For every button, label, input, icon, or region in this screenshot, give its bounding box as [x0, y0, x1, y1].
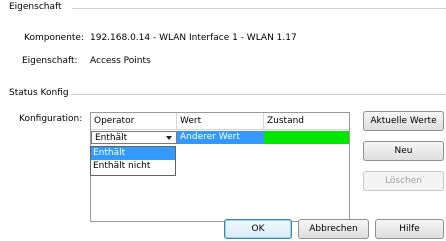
eigenschaft-group-divider [72, 8, 446, 9]
komponente-label: Komponente: [24, 33, 84, 43]
column-header-operator[interactable]: Operator [91, 113, 177, 130]
dropdown-option-enthaelt-nicht[interactable]: Enthält nicht [91, 160, 175, 173]
dropdown-option-enthaelt[interactable]: Enthält [91, 147, 175, 160]
column-header-zustand[interactable]: Zustand [264, 113, 349, 130]
operator-cell-value: Enthält [95, 133, 128, 143]
wert-cell[interactable]: Anderer Wert [177, 131, 264, 144]
operator-dropdown-list[interactable]: Enthält Enthält nicht [90, 146, 176, 176]
konfiguration-label: Konfiguration: [19, 114, 83, 124]
zustand-cell-status[interactable] [264, 131, 349, 144]
neu-button[interactable]: Neu [363, 141, 444, 161]
status-konfig-group-title: Status Konfig [9, 88, 69, 98]
komponente-value: 192.168.0.14 - WLAN Interface 1 - WLAN 1… [90, 33, 297, 43]
aktuelle-werte-button[interactable]: Aktuelle Werte [363, 111, 444, 131]
column-header-wert[interactable]: Wert [177, 113, 264, 130]
status-konfig-group-divider [70, 94, 446, 95]
eigenschaft-value: Access Points [90, 56, 151, 66]
loeschen-button[interactable]: Löschen [363, 171, 444, 191]
operator-cell[interactable]: Enthält [91, 131, 177, 144]
eigenschaft-label: Eigenschaft: [22, 56, 78, 66]
ok-button[interactable]: OK [224, 219, 292, 239]
hilfe-button[interactable]: Hilfe [375, 219, 444, 239]
eigenschaft-group-title: Eigenschaft [9, 2, 62, 12]
chevron-down-icon[interactable] [166, 136, 172, 140]
abbrechen-button[interactable]: Abbrechen [298, 219, 369, 239]
